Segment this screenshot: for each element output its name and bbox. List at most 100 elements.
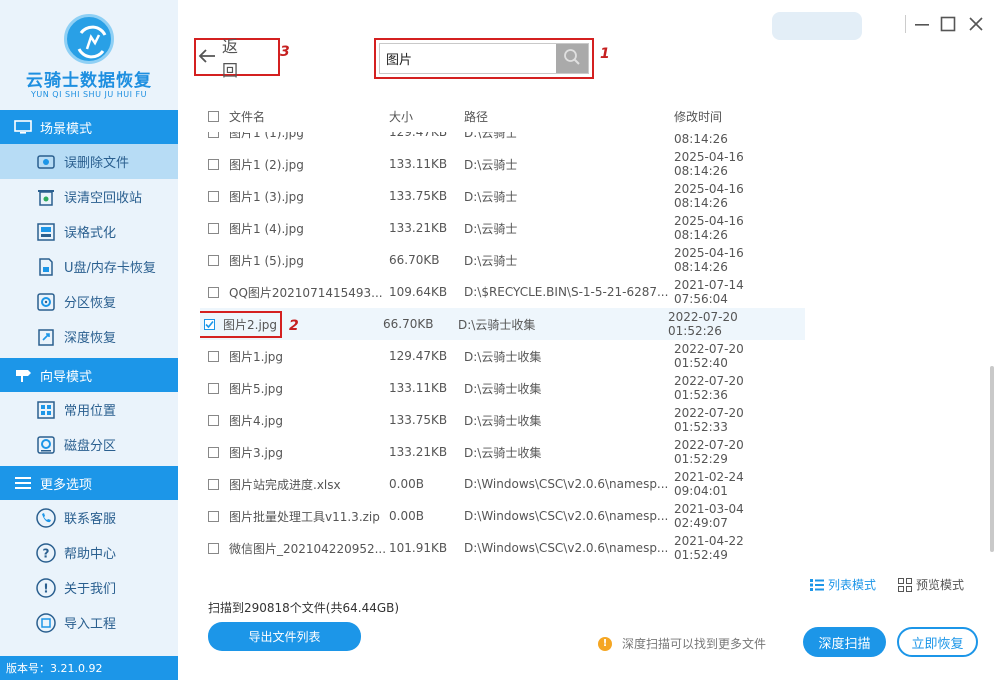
file-size: 133.75KB <box>389 189 448 203</box>
table-row[interactable]: 图片3.jpg 133.21KB D:\云骑士收集 2022-07-20 01:52:… <box>200 436 805 468</box>
user-avatar[interactable] <box>772 12 862 40</box>
file-name: 图片1 (3).jpg <box>229 189 304 204</box>
row-checkbox[interactable] <box>208 350 219 362</box>
column-name[interactable]: 文件名 <box>229 108 389 125</box>
file-size: 129.47KB <box>389 349 448 363</box>
table-row[interactable]: 图片1 (5).jpg 66.70KB D:\云骑士 2025-04-16 08:14… <box>200 244 805 276</box>
file-path: D:\Windows\CSC\v2.0.6\namesp... <box>464 477 669 491</box>
sidebar-item-label: 分区恢复 <box>64 296 117 311</box>
column-path[interactable]: 路径 <box>464 108 674 125</box>
table-row[interactable]: 图片站完成进度.xlsx 0.00B D:\Windows\CSC\v2.0.6\n… <box>200 468 805 500</box>
table-row[interactable]: 微信图片_202104220952... 101.91KB D:\Windows\C… <box>200 532 805 564</box>
file-name: 图片1 (2).jpg <box>229 157 304 172</box>
maximize-icon[interactable] <box>938 14 958 34</box>
section-header-scenario[interactable]: 场景模式 <box>0 110 178 144</box>
sidebar-item-deleted-files[interactable]: 误删除文件 <box>0 144 178 179</box>
sidebar-item-disk-partition[interactable]: 磁盘分区 <box>0 427 178 462</box>
svg-text:!: ! <box>43 581 48 595</box>
grid-view-icon <box>898 577 912 592</box>
file-name: 微信图片_202104220952... <box>229 541 387 556</box>
file-size: 0.00B <box>389 477 424 491</box>
menu-icon <box>14 476 32 490</box>
file-modified: 2021-04-22 01:52:49 <box>674 534 744 562</box>
select-all-checkbox[interactable] <box>208 110 219 122</box>
search-input[interactable] <box>380 44 556 73</box>
table-row[interactable]: 图片1.jpg 129.47KB D:\云骑士收集 2022-07-20 01:52:… <box>200 340 805 372</box>
row-checkbox[interactable] <box>208 222 219 234</box>
row-checkbox[interactable] <box>208 158 219 170</box>
row-checkbox[interactable] <box>204 318 215 330</box>
sidebar-item-label: 误删除文件 <box>64 156 130 171</box>
sidebar-item-label: 深度恢复 <box>64 331 117 346</box>
table-row[interactable]: 图片1 (4).jpg 133.21KB D:\云骑士 2025-04-16 08:1… <box>200 212 805 244</box>
signpost-icon <box>14 368 32 382</box>
section-more: 更多选项 联系客服 ? 帮助中心 ! 关于我们 导入工程 <box>0 466 178 640</box>
table-row[interactable]: 图片4.jpg 133.75KB D:\云骑士收集 2022-07-20 01:52:… <box>200 404 805 436</box>
sidebar-item-import-project[interactable]: 导入工程 <box>0 605 178 640</box>
sidebar-item-label: 常用位置 <box>64 404 117 419</box>
table-row[interactable]: 图片5.jpg 133.11KB D:\云骑士收集 2022-07-20 01:52:… <box>200 372 805 404</box>
row-checkbox[interactable] <box>208 286 219 298</box>
sidebar-item-contact-support[interactable]: 联系客服 <box>0 500 178 535</box>
sidebar-item-deep-recover[interactable]: 深度恢复 <box>0 319 178 354</box>
row-checkbox[interactable] <box>208 510 219 522</box>
search-field <box>379 43 589 74</box>
file-name: 图片1.jpg <box>229 349 284 364</box>
file-path: D:\云骑士收集 <box>464 349 542 364</box>
row-checkbox[interactable] <box>208 254 219 266</box>
search-icon <box>563 48 581 70</box>
file-name: 图片1 (5).jpg <box>229 253 304 268</box>
sidebar-item-format[interactable]: 误格式化 <box>0 214 178 249</box>
vertical-scrollbar[interactable] <box>990 366 994 552</box>
minimize-icon[interactable] <box>912 14 932 34</box>
row-checkbox[interactable] <box>208 132 219 138</box>
table-row[interactable]: 图片1 (2).jpg 133.11KB D:\云骑士 2025-04-16 08:1… <box>200 148 805 180</box>
app-logo: 云骑士数据恢复 YUN QI SHI SHU JU HUI FU <box>0 0 178 110</box>
section-header-more[interactable]: 更多选项 <box>0 466 178 500</box>
file-path: D:\云骑士收集 <box>464 381 542 396</box>
view-preview-toggle[interactable]: 预览模式 <box>898 576 964 593</box>
section-header-wizard[interactable]: 向导模式 <box>0 358 178 392</box>
export-list-button[interactable]: 导出文件列表 <box>208 622 361 651</box>
file-size: 66.70KB <box>389 253 440 267</box>
row-checkbox[interactable] <box>208 190 219 202</box>
file-path: D:\$RECYCLE.BIN\S-1-5-21-6287... <box>464 285 669 299</box>
sidebar-item-label: 误清空回收站 <box>64 191 143 206</box>
column-size[interactable]: 大小 <box>389 108 464 125</box>
sidebar-item-about[interactable]: ! 关于我们 <box>0 570 178 605</box>
row-checkbox[interactable] <box>208 542 219 554</box>
column-modified[interactable]: 修改时间 <box>674 108 794 125</box>
table-row[interactable]: 图片批量处理工具v11.3.zip 0.00B D:\Windows\CSC\v2.… <box>200 500 805 532</box>
file-size: 129.47KB <box>389 132 448 139</box>
close-icon[interactable] <box>966 14 986 34</box>
sidebar: 云骑士数据恢复 YUN QI SHI SHU JU HUI FU 场景模式 误删… <box>0 0 178 680</box>
file-path: D:\Windows\CSC\v2.0.6\namesp... <box>464 509 669 523</box>
search-button[interactable] <box>556 44 588 73</box>
sidebar-item-help-center[interactable]: ? 帮助中心 <box>0 535 178 570</box>
sidebar-item-label: 关于我们 <box>64 582 117 597</box>
deep-scan-button[interactable]: 深度扫描 <box>803 627 886 657</box>
logo-icon <box>64 14 114 64</box>
row-checkbox[interactable] <box>208 446 219 458</box>
file-size: 101.91KB <box>389 541 448 555</box>
row-checkbox[interactable] <box>208 382 219 394</box>
sidebar-item-recycle-bin[interactable]: 误清空回收站 <box>0 179 178 214</box>
sidebar-item-common-locations[interactable]: 常用位置 <box>0 392 178 427</box>
file-modified: 2022-07-20 01:52:40 <box>674 342 744 370</box>
table-row[interactable]: QQ图片2021071415493... 109.64KB D:\$RECYCLE.… <box>200 276 805 308</box>
annotation-2: 2 <box>289 318 299 334</box>
table-row[interactable]: 图片1 (3).jpg 133.75KB D:\云骑士 2025-04-16 08:1… <box>200 180 805 212</box>
table-row[interactable]: 图片1 (1).jpg 129.47KB D:\云骑士 2025-04-16 08:1… <box>200 132 805 148</box>
row-checkbox[interactable] <box>208 414 219 426</box>
file-size: 109.64KB <box>389 285 448 299</box>
view-list-toggle[interactable]: 列表模式 <box>810 576 876 593</box>
recover-now-button[interactable]: 立即恢复 <box>897 627 978 657</box>
sidebar-item-usb-sd[interactable]: U盘/内存卡恢复 <box>0 249 178 284</box>
file-modified: 2025-04-16 08:14:26 <box>674 182 744 210</box>
row-checkbox[interactable] <box>208 478 219 490</box>
file-size: 133.11KB <box>389 157 448 171</box>
format-disk-icon <box>36 222 56 242</box>
sidebar-item-partition[interactable]: 分区恢复 <box>0 284 178 319</box>
back-button[interactable]: 返回 <box>194 37 280 80</box>
partition-icon <box>36 292 56 312</box>
